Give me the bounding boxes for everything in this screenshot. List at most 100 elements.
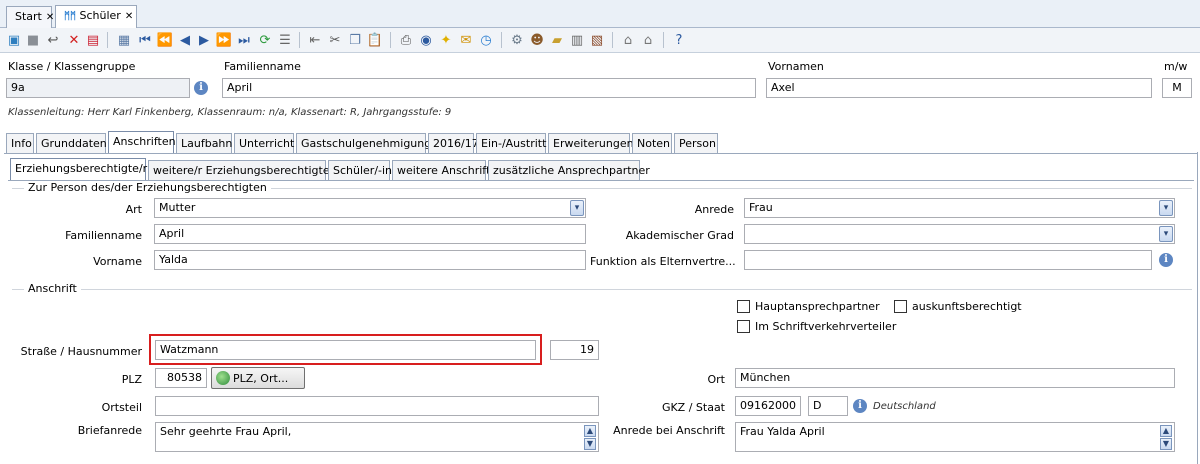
copy-icon[interactable]: ❐	[346, 31, 364, 49]
anrede-anschrift-value: Frau Yalda April	[740, 425, 825, 438]
back-arrow-icon[interactable]: ⇤	[306, 31, 324, 49]
tab-person[interactable]: Person	[674, 133, 718, 154]
cancel-icon[interactable]: ▤	[84, 31, 102, 49]
subtab-erziehungsberechtigte[interactable]: Erziehungsberechtigte/r	[10, 158, 147, 181]
gkz-field[interactable]: 09162000	[735, 396, 801, 416]
fast-forward-icon[interactable]: ⏩	[215, 31, 233, 49]
delete-icon[interactable]: ✕	[65, 31, 83, 49]
scroll-down-icon[interactable]: ▼	[1160, 438, 1172, 450]
folder-icon[interactable]: ▰	[548, 31, 566, 49]
help-icon[interactable]: ?	[670, 31, 688, 49]
clock-icon[interactable]: ◷	[477, 31, 495, 49]
tab-schuljahr[interactable]: 2016/17	[428, 133, 479, 154]
tab-noten[interactable]: Noten	[632, 133, 672, 154]
toolbar-separator	[663, 32, 664, 48]
plz-ort-button[interactable]: PLZ, Ort...	[211, 367, 305, 389]
last-record-icon[interactable]: ⏭	[235, 31, 253, 49]
klasse-label: Klasse / Klassengruppe	[8, 60, 136, 73]
schriftverkehrverteiler-checkbox[interactable]	[737, 320, 750, 333]
tab-ein-austritt[interactable]: Ein-/Austritt	[476, 133, 546, 154]
ort-field[interactable]: München	[735, 368, 1175, 388]
anrede-anschrift-label: Anrede bei Anschrift	[613, 424, 725, 437]
staat-field[interactable]: D	[808, 396, 848, 416]
subtab-zusaetzliche-ansprechpartner[interactable]: zusätzliche Ansprechpartner	[488, 160, 650, 181]
gender-field[interactable]: M	[1162, 78, 1192, 98]
ortsteil-label: Ortsteil	[101, 401, 142, 414]
info-icon[interactable]: i	[194, 81, 208, 95]
strasse-label: Straße / Hausnummer	[20, 345, 142, 358]
first-record-icon[interactable]: ⏮	[136, 31, 154, 49]
scroll-up-icon[interactable]: ▲	[1160, 425, 1172, 437]
tab-laufbahn[interactable]: Laufbahn	[176, 133, 232, 154]
cut-icon[interactable]: ✂	[326, 31, 344, 49]
briefanrede-textarea[interactable]: Sehr geehrte Frau April, ▲ ▼	[155, 422, 599, 452]
chevron-down-icon[interactable]: ▾	[1159, 200, 1173, 216]
vornamen-field[interactable]: Axel	[766, 78, 1152, 98]
plz-field[interactable]: 80538	[155, 368, 207, 388]
hauptansprechpartner-checkbox[interactable]	[737, 300, 750, 313]
info-icon[interactable]: i	[853, 399, 867, 413]
familienname-person-field[interactable]: April	[154, 224, 586, 244]
subtab-schueler[interactable]: Schüler/-in	[328, 160, 392, 181]
tab-grunddaten[interactable]: Grunddaten	[36, 133, 107, 154]
info-icon[interactable]: i	[1159, 253, 1173, 267]
chevron-down-icon[interactable]: ▾	[1159, 226, 1173, 242]
doc-tab-start[interactable]: Start ✕	[6, 6, 54, 28]
toolbar-separator	[390, 32, 391, 48]
anrede-value: Frau	[749, 201, 773, 214]
anrede-anschrift-textarea[interactable]: Frau Yalda April ▲ ▼	[735, 422, 1175, 452]
students-icon: ᛗᛗ	[64, 11, 76, 22]
akademischer-grad-select[interactable]: ▾	[744, 224, 1175, 244]
doc-tab-schueler[interactable]: ᛗᛗ Schüler ✕	[55, 5, 137, 29]
export-icon[interactable]: ▥	[568, 31, 586, 49]
id-card-icon[interactable]: ▧	[588, 31, 606, 49]
tab-gastschulgenehmigung[interactable]: Gastschulgenehmigung	[296, 133, 431, 154]
list-icon[interactable]: ▦	[115, 31, 133, 49]
tab-anschriften[interactable]: Anschriften	[108, 131, 176, 154]
chevron-down-icon[interactable]: ▾	[570, 200, 584, 216]
next-record-icon[interactable]: ▶	[195, 31, 213, 49]
close-icon[interactable]: ✕	[46, 12, 54, 23]
strasse-field[interactable]: Watzmann	[155, 340, 536, 360]
lightbulb-icon[interactable]: ✦	[437, 31, 455, 49]
tab-unterricht[interactable]: Unterricht	[234, 133, 294, 154]
preview-eye-icon[interactable]: ◉	[417, 31, 435, 49]
auskunftsberechtigt-checkbox[interactable]	[894, 300, 907, 313]
tab-info[interactable]: Info	[6, 133, 34, 154]
sub-tab-bar: Erziehungsberechtigte/r weitere/r Erzieh…	[10, 158, 1190, 181]
rewind-icon[interactable]: ⏪	[156, 31, 174, 49]
subtab-weitere-anschrift[interactable]: weitere Anschrift	[392, 160, 490, 181]
user-icon[interactable]: ☻	[528, 31, 546, 49]
paste-icon[interactable]: 📋	[366, 31, 384, 49]
vorname-field[interactable]: Yalda	[154, 250, 586, 270]
scroll-up-icon[interactable]: ▲	[584, 425, 596, 437]
save-icon[interactable]: ■	[24, 31, 42, 49]
tab-erweiterungen[interactable]: Erweiterungen	[548, 133, 634, 154]
close-icon[interactable]: ✕	[125, 11, 133, 22]
refresh-icon[interactable]: ⟳	[256, 31, 274, 49]
klasse-field[interactable]: 9a	[6, 78, 190, 98]
class-info-text: Klassenleitung: Herr Karl Finkenberg, Kl…	[8, 107, 452, 118]
toolbar-separator	[501, 32, 502, 48]
print-icon[interactable]: ⎙	[397, 31, 415, 49]
home-alt-icon[interactable]: ⌂	[639, 31, 657, 49]
subtab-weitere-erziehungsberechtigte[interactable]: weitere/r Erziehungsberechtigte/r	[148, 160, 338, 181]
akademischer-grad-label: Akademischer Grad	[625, 229, 734, 242]
previous-record-icon[interactable]: ◀	[176, 31, 194, 49]
ortsteil-field[interactable]	[155, 396, 599, 416]
home-icon[interactable]: ⌂	[619, 31, 637, 49]
familienname-field[interactable]: April	[222, 78, 756, 98]
art-select[interactable]: Mutter ▾	[154, 198, 586, 218]
new-record-icon[interactable]: ▣	[5, 31, 23, 49]
familienname-person-label: Familienname	[65, 229, 142, 242]
hauptansprechpartner-label: Hauptansprechpartner	[755, 300, 880, 313]
anrede-select[interactable]: Frau ▾	[744, 198, 1175, 218]
undo-icon[interactable]: ↩	[44, 31, 62, 49]
hausnummer-field[interactable]: 19	[550, 340, 599, 360]
bell-icon[interactable]: ✉	[457, 31, 475, 49]
funktion-field[interactable]	[744, 250, 1152, 270]
details-icon[interactable]: ☰	[276, 31, 294, 49]
settings-icon[interactable]: ⚙	[508, 31, 526, 49]
scroll-down-icon[interactable]: ▼	[584, 438, 596, 450]
mw-label: m/w	[1164, 60, 1188, 73]
